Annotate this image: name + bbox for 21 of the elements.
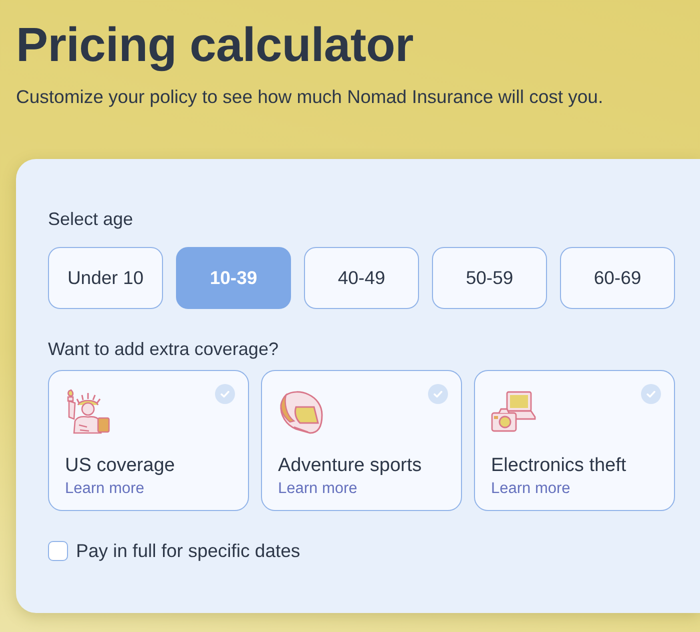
pay-in-full-label: Pay in full for specific dates [76, 539, 300, 563]
learn-more-link[interactable]: Learn more [65, 479, 144, 499]
page-subtitle: Customize your policy to see how much Nomad Insurance will cost you. [16, 85, 604, 109]
coverage-card[interactable]: US coverage Learn more [48, 370, 249, 511]
age-option[interactable]: 40-49 [304, 247, 419, 309]
learn-more-link[interactable]: Learn more [278, 479, 358, 499]
age-option[interactable]: 60-69 [560, 247, 675, 309]
coverage-title: Adventure sports [278, 454, 422, 478]
age-label: Select age [48, 208, 134, 231]
coverage-card[interactable]: Electronics theft Learn more [474, 370, 675, 511]
learn-more-link[interactable]: Learn more [491, 479, 570, 499]
helmet-icon [278, 389, 324, 435]
page-title: Pricing calculator [16, 18, 414, 74]
age-option[interactable]: Under 10 [48, 247, 163, 309]
coverage-label: Want to add extra coverage? [48, 338, 278, 361]
age-option[interactable]: 50-59 [432, 247, 547, 309]
statue-of-liberty-icon [65, 389, 111, 435]
coverage-title: US coverage [65, 454, 175, 478]
coverage-card[interactable]: Adventure sports Learn more [261, 370, 462, 511]
checkbox[interactable] [48, 541, 68, 561]
coverage-title: Electronics theft [491, 454, 626, 478]
